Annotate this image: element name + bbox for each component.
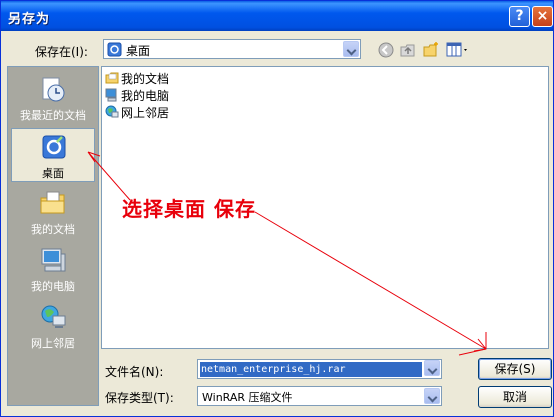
place-label: 网上邻居 [31,337,75,350]
help-button[interactable]: ? [509,6,530,27]
cancel-button[interactable]: 取消 [478,386,552,408]
save-in-label: 保存在(I): [35,45,88,59]
place-label: 我最近的文档 [20,109,86,122]
network-icon [105,105,119,118]
file-name: 我的电脑 [121,89,170,103]
place-network-places[interactable]: 网上邻居 [11,299,95,353]
chevron-down-icon[interactable] [424,388,440,404]
place-my-documents[interactable]: 我的文档 [11,185,95,239]
new-folder-icon[interactable] [422,41,440,59]
desktop-icon [42,135,66,159]
back-icon[interactable] [377,41,395,59]
filename-field-box[interactable] [197,359,442,379]
save-as-dialog: 另存为 ? × 保存在(I): 桌面 我最近的文档 桌面 我的文档 我的电脑 网… [0,0,554,417]
save-in-value: 桌面 [126,44,151,58]
chevron-down-icon[interactable] [424,360,440,376]
network-places-icon [41,305,66,328]
recent-documents-icon [42,77,65,102]
filetype-dropdown[interactable]: WinRAR 压缩文件 [197,386,442,406]
place-my-computer[interactable]: 我的电脑 [11,242,95,296]
my-documents-icon [40,191,65,214]
desktop-small-icon [107,42,122,57]
filename-dropdown[interactable] [423,359,441,379]
folder-icon [105,72,119,84]
filename-label: 文件名(N): [105,365,164,379]
filetype-value: WinRAR 压缩文件 [202,391,293,404]
window-title: 另存为 [8,12,51,27]
save-button[interactable]: 保存(S) [478,358,552,380]
place-label: 桌面 [42,167,64,180]
close-button[interactable]: × [532,6,553,27]
places-bar: 我最近的文档 桌面 我的文档 我的电脑 网上邻居 [7,66,99,406]
list-item[interactable]: 我的文档 [105,70,169,87]
list-item[interactable]: 我的电脑 [105,87,169,104]
filename-input[interactable] [200,362,422,377]
filetype-label: 保存类型(T): [105,391,174,405]
place-label: 我的电脑 [31,280,75,293]
annotation-text: 选择桌面 保存 [122,197,256,221]
file-name: 我的文档 [121,72,170,86]
place-desktop[interactable]: 桌面 [11,128,95,182]
list-item[interactable]: 网上邻居 [105,104,169,121]
my-computer-icon [41,248,66,272]
save-in-dropdown[interactable]: 桌面 [103,39,361,59]
computer-icon [105,88,117,102]
chevron-down-icon[interactable] [343,41,359,57]
up-folder-icon[interactable] [399,41,417,59]
file-name: 网上邻居 [121,106,170,120]
place-label: 我的文档 [31,223,75,236]
title-bar[interactable]: 另存为 ? × [1,1,553,31]
view-menu-icon[interactable] [446,41,470,59]
place-recent-documents[interactable]: 我最近的文档 [11,71,95,125]
